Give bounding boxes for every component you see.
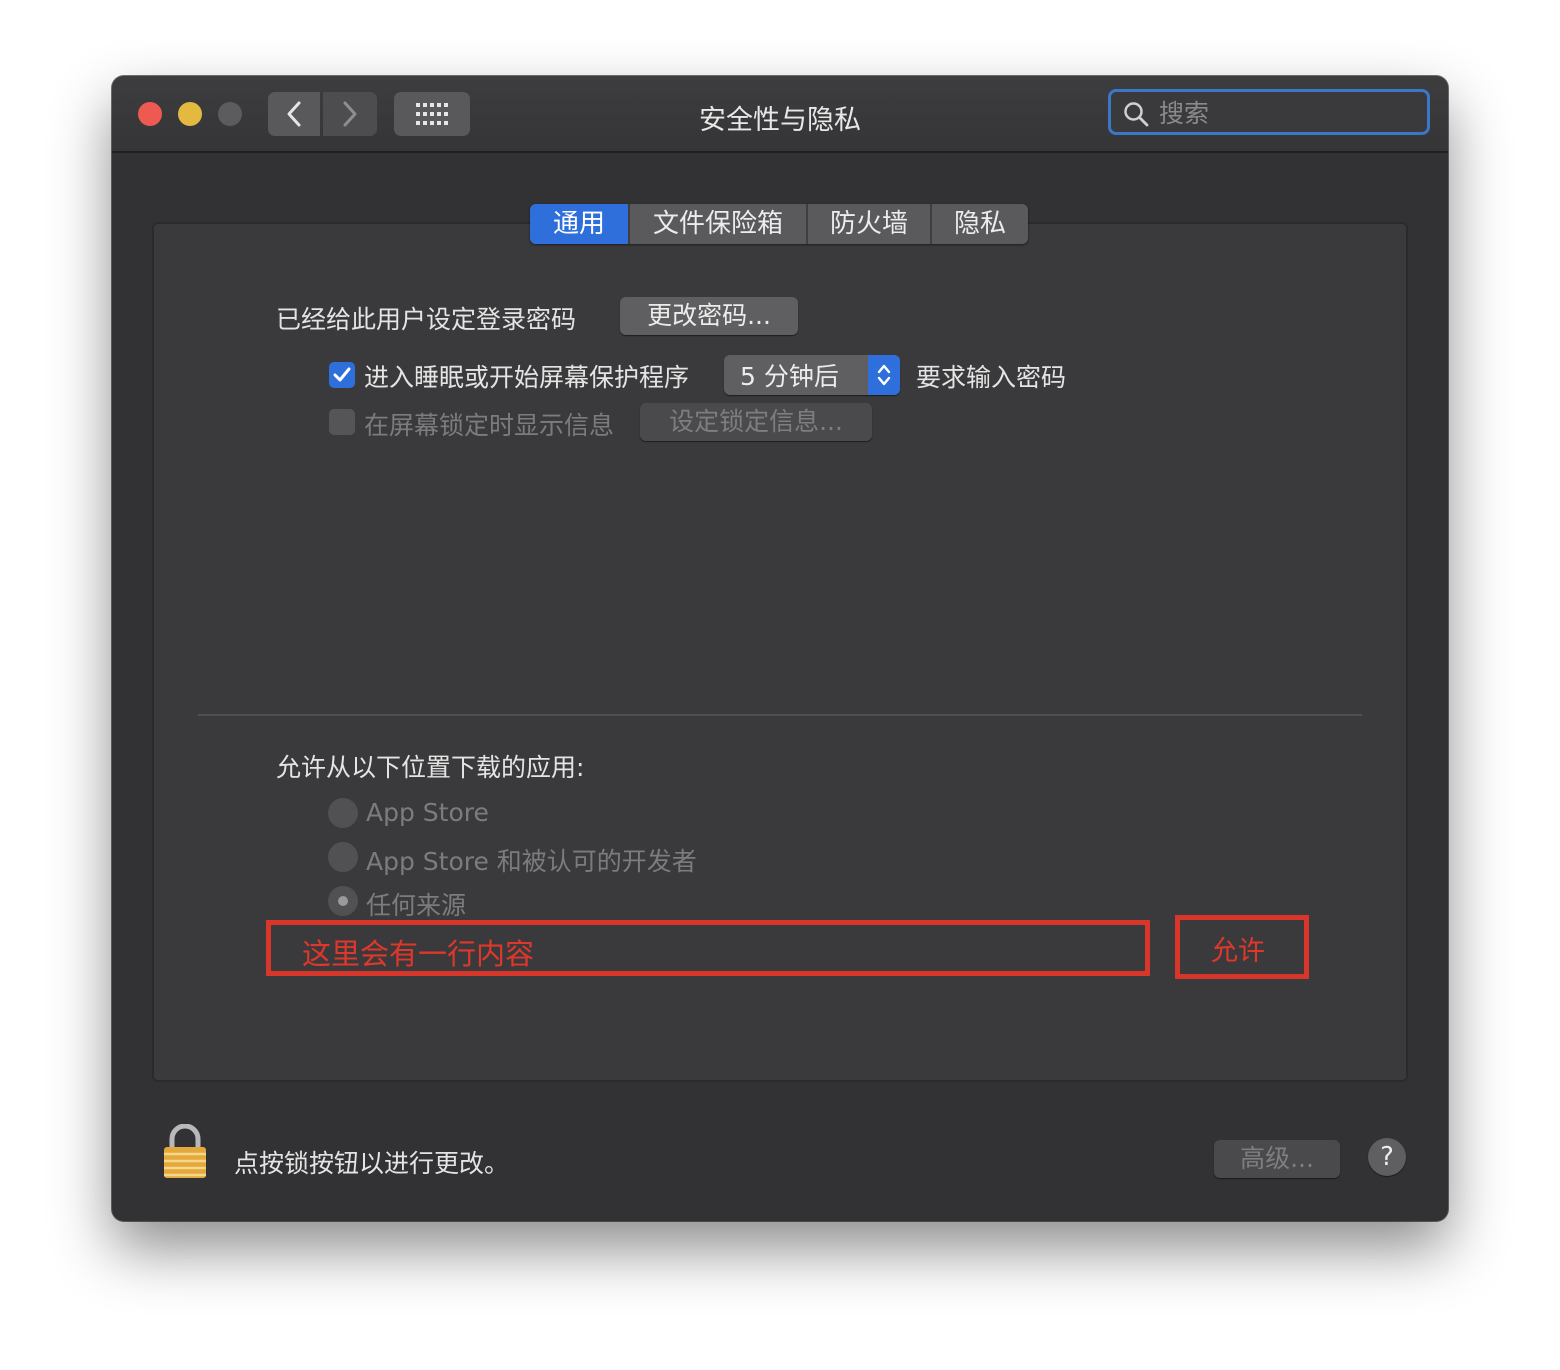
annotation-content-text: 这里会有一行内容 [302, 937, 535, 971]
title-bar: 安全性与隐私 [112, 76, 1448, 153]
radio-app-store-label: App Store [366, 798, 489, 827]
radio-selected-dot [338, 896, 348, 906]
radio-identified-developers[interactable] [328, 842, 358, 872]
radio-app-store[interactable] [328, 798, 358, 828]
lock-hint-text: 点按锁按钮以进行更改。 [234, 1149, 510, 1178]
lock-icon[interactable] [162, 1124, 208, 1180]
radio-anywhere-label: 任何来源 [366, 891, 467, 920]
search-field[interactable] [1108, 89, 1430, 135]
advanced-button[interactable]: 高级... [1214, 1140, 1340, 1178]
preferences-window: 安全性与隐私 通用 文件保险箱 防火墙 隐私 已经给此用户设定登录密码 更改密码… [112, 76, 1448, 1221]
popup-arrows-icon [868, 355, 900, 395]
tab-firewall[interactable]: 防火墙 [808, 204, 932, 244]
tab-privacy[interactable]: 隐私 [932, 204, 1028, 244]
require-password-checkbox[interactable] [329, 362, 355, 388]
annotation-allow-text: 允许 [1211, 936, 1265, 967]
checkmark-icon [333, 367, 351, 382]
show-message-label: 在屏幕锁定时显示信息 [364, 411, 615, 440]
search-input[interactable] [1157, 96, 1421, 130]
radio-identified-developers-label: App Store 和被认可的开发者 [366, 847, 697, 876]
section-divider [198, 714, 1362, 716]
allow-apps-label: 允许从以下位置下载的应用: [276, 753, 585, 782]
tab-filevault[interactable]: 文件保险箱 [630, 204, 808, 244]
radio-anywhere[interactable] [328, 886, 358, 916]
tab-bar: 通用 文件保险箱 防火墙 隐私 [530, 204, 1028, 244]
search-icon [1124, 102, 1149, 127]
password-delay-popup[interactable]: 5 分钟后 [724, 355, 900, 395]
set-lock-message-button[interactable]: 设定锁定信息... [640, 403, 872, 441]
password-set-label: 已经给此用户设定登录密码 [276, 305, 577, 334]
show-message-checkbox[interactable] [329, 409, 355, 435]
password-delay-value: 5 分钟后 [740, 362, 839, 391]
require-password-suffix: 要求输入密码 [916, 363, 1067, 392]
tab-general[interactable]: 通用 [530, 204, 630, 244]
require-password-label: 进入睡眠或开始屏幕保护程序 [364, 363, 690, 392]
change-password-button[interactable]: 更改密码... [620, 297, 798, 335]
help-button[interactable]: ? [1368, 1138, 1406, 1176]
